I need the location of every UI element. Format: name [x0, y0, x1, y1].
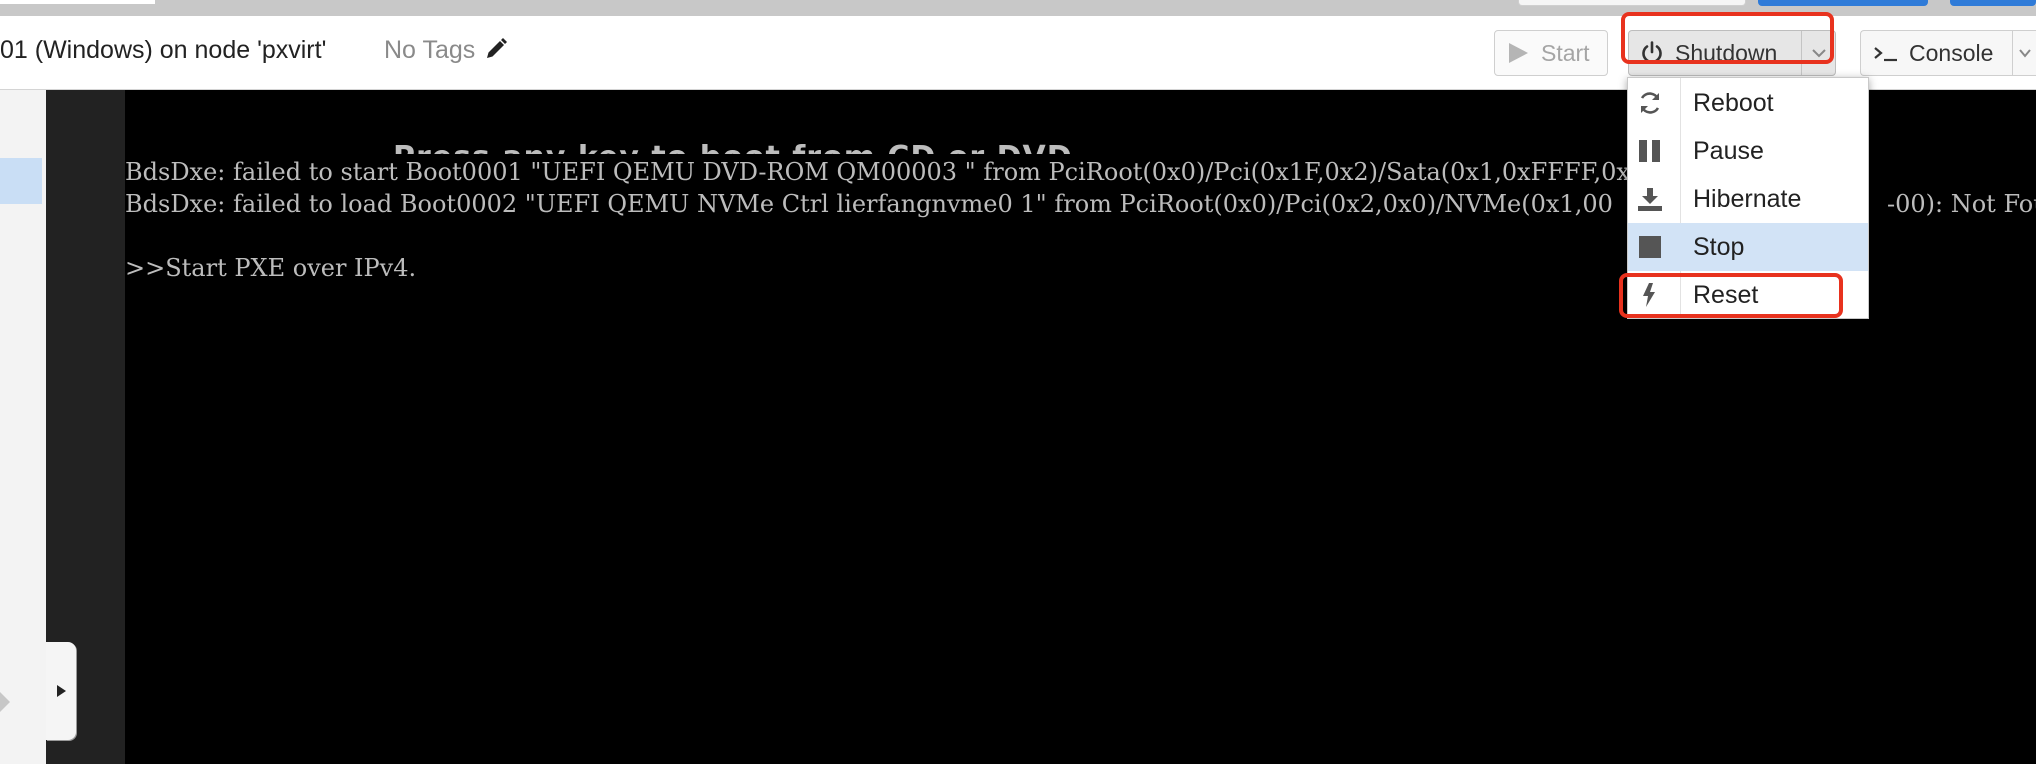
- console-label: Console: [1909, 39, 1994, 66]
- start-button[interactable]: Start: [1494, 30, 1608, 76]
- pause-icon: [1639, 140, 1660, 162]
- stop-icon: [1639, 236, 1661, 258]
- resource-tree-panel: [0, 90, 46, 764]
- menu-item-reboot[interactable]: Reboot: [1628, 79, 1868, 127]
- reset-highlight-box: [1619, 273, 1843, 318]
- menu-item-hibernate[interactable]: Hibernate: [1628, 175, 1868, 223]
- menu-item-stop[interactable]: Stop: [1628, 223, 1868, 271]
- console-menu-toggle[interactable]: [2012, 31, 2036, 75]
- vm-title: 01 (Windows) on node 'pxvirt': [0, 36, 327, 64]
- reboot-icon: [1640, 92, 1660, 114]
- pencil-icon[interactable]: [484, 37, 508, 61]
- tags-label: No Tags: [384, 36, 476, 64]
- terminal-icon: [1874, 47, 1897, 62]
- collapse-handle[interactable]: [46, 642, 76, 740]
- caret-right-icon: [57, 685, 66, 697]
- console-line-3: >>Start PXE over IPv4.: [125, 254, 417, 282]
- selected-tree-item[interactable]: [0, 158, 42, 204]
- console-line-2-tail: -00): Not Fou: [1887, 190, 2036, 218]
- top-tab: [0, 0, 155, 4]
- console-gutter: [46, 90, 125, 764]
- console-line-2: BdsDxe: failed to load Boot0002 "UEFI QE…: [125, 190, 1613, 218]
- menu-item-label: Hibernate: [1693, 185, 1802, 213]
- console-ghost-text: Press any key to boot from CD or DVD: [393, 140, 1123, 154]
- top-blue-button[interactable]: [1758, 0, 1928, 6]
- hibernate-icon: [1638, 188, 1662, 211]
- menu-item-label: Reboot: [1693, 89, 1774, 117]
- chevron-down-icon: [2018, 49, 2031, 58]
- console-line-1: BdsDxe: failed to start Boot0001 "UEFI Q…: [125, 158, 1630, 186]
- expand-arrow-icon[interactable]: [0, 692, 10, 712]
- shutdown-highlight-box: [1621, 12, 1834, 64]
- top-ghost-button[interactable]: [1518, 0, 1746, 6]
- console-button[interactable]: Console: [1860, 30, 2036, 76]
- play-icon: [1509, 43, 1528, 63]
- menu-item-label: Pause: [1693, 137, 1764, 165]
- top-blue-button-2[interactable]: [1950, 0, 2036, 6]
- menu-item-label: Stop: [1693, 233, 1745, 261]
- tags-area[interactable]: No Tags: [384, 36, 508, 65]
- menu-item-pause[interactable]: Pause: [1628, 127, 1868, 175]
- start-label: Start: [1541, 39, 1590, 66]
